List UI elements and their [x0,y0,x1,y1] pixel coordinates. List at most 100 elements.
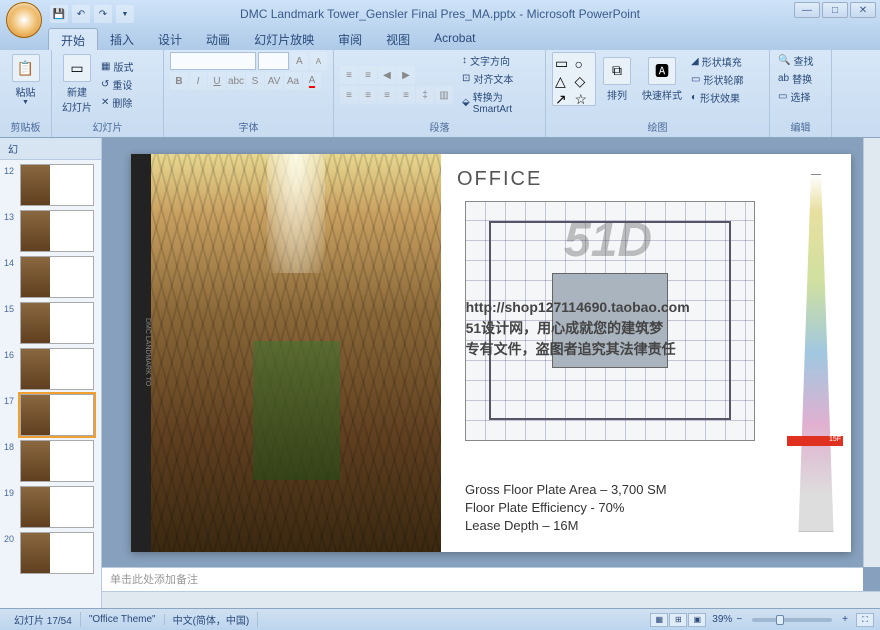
align-text-button[interactable]: ⊡对齐文本 [460,70,539,87]
decrease-indent-button[interactable]: ◀ [378,66,396,84]
shapes-gallery[interactable]: ▭○△◇↗☆ [552,52,596,106]
replace-button[interactable]: ab替换 [776,70,825,87]
shape-outline-button[interactable]: ▭形状轮廓 [689,71,745,88]
minimize-button[interactable]: — [794,2,820,18]
numbering-button[interactable]: ≡ [359,66,377,84]
slide-canvas[interactable]: DMC LANDMARK TO OFFICE 51D http://shop12… [131,154,851,552]
text-direction-button[interactable]: ↕文字方向 [460,52,539,69]
thumbnail-preview [20,440,94,482]
thumbnail-preview [20,256,94,298]
tab-insert[interactable]: 插入 [98,28,146,50]
slide-panel: 幻 12 13 14 15 16 [0,138,102,608]
thumbnail-preview [20,164,94,206]
thumbnail-item[interactable]: 20 [4,532,97,574]
horizontal-scrollbar[interactable] [102,591,880,608]
bold-button[interactable]: B [170,72,188,90]
thumbnail-list: 12 13 14 15 16 [0,160,101,582]
new-slide-icon: ▭ [63,54,91,82]
tab-animations[interactable]: 动画 [194,28,242,50]
increase-indent-button[interactable]: ▶ [397,66,415,84]
zoom-out-button[interactable]: − [732,614,746,625]
paste-button[interactable]: 📋 粘贴 ▼ [6,52,45,108]
smartart-button[interactable]: ⬙转换为 SmartArt [460,88,539,116]
group-drawing-label: 绘图 [552,119,763,135]
thumbnail-item[interactable]: 12 [4,164,97,206]
tab-home[interactable]: 开始 [48,28,98,50]
char-spacing-button[interactable]: AV [265,72,283,90]
ribbon: 📋 粘贴 ▼ 剪贴板 ▭ 新建 幻灯片 ▦版式 ↺重设 ✕删除 幻灯片 A [0,50,880,138]
qat-more-icon[interactable]: ▼ [116,5,134,23]
group-editing-label: 编辑 [776,119,825,135]
tab-design[interactable]: 设计 [146,28,194,50]
zoom-thumb[interactable] [776,615,784,625]
zoom-slider[interactable] [752,618,832,622]
delete-button[interactable]: ✕删除 [99,94,135,111]
thumbnail-preview [20,394,94,436]
bullets-button[interactable]: ≡ [340,66,358,84]
shrink-font-button[interactable]: A [310,52,327,70]
arrange-button[interactable]: ⧉ 排列 [599,55,635,104]
find-button[interactable]: 🔍查找 [776,52,825,69]
status-theme[interactable]: "Office Theme" [81,614,165,625]
underline-button[interactable]: U [208,72,226,90]
normal-view-button[interactable]: ▦ [650,613,668,627]
thumbnail-number: 18 [4,440,20,452]
close-button[interactable]: ✕ [850,2,876,18]
redo-icon[interactable]: ↷ [94,5,112,23]
shape-effects-button[interactable]: ◐形状效果 [689,89,745,106]
zoom-in-button[interactable]: + [838,614,852,625]
quick-styles-button[interactable]: 🅰 快速样式 [638,55,686,104]
align-center-button[interactable]: ≡ [359,86,377,104]
tab-view[interactable]: 视图 [374,28,422,50]
office-button[interactable] [6,2,42,38]
undo-icon[interactable]: ↶ [72,5,90,23]
change-case-button[interactable]: Aa [284,72,302,90]
zoom-percent[interactable]: 39% [712,614,732,625]
thumbnail-item[interactable]: 14 [4,256,97,298]
thumbnail-item[interactable]: 15 [4,302,97,344]
slideshow-view-button[interactable]: ▣ [688,613,706,627]
thumbnail-item[interactable]: 18 [4,440,97,482]
tab-slideshow[interactable]: 幻灯片放映 [242,28,326,50]
thumbnail-item[interactable]: 13 [4,210,97,252]
save-icon[interactable]: 💾 [50,5,68,23]
group-paragraph-label: 段落 [340,119,539,135]
font-size-dropdown[interactable] [258,52,289,70]
thumbnail-item[interactable]: 19 [4,486,97,528]
arrange-icon: ⧉ [603,57,631,85]
workspace: 幻 12 13 14 15 16 [0,138,880,608]
strike-button[interactable]: abc [227,72,245,90]
tab-acrobat[interactable]: Acrobat [422,28,487,50]
thumbnail-item[interactable]: 16 [4,348,97,390]
font-color-button[interactable]: A [303,72,321,90]
vertical-scrollbar[interactable] [863,138,880,567]
reset-button[interactable]: ↺重设 [99,76,135,93]
thumbnail-number: 19 [4,486,20,498]
notes-pane[interactable]: 单击此处添加备注 [102,567,863,591]
new-slide-button[interactable]: ▭ 新建 幻灯片 [58,52,96,116]
slide-title: OFFICE [457,168,835,191]
thumbnail-number: 13 [4,210,20,222]
columns-button[interactable]: ▥ [435,86,453,104]
panel-tab-slides[interactable]: 幻 [0,138,26,159]
maximize-button[interactable]: □ [822,2,848,18]
status-language[interactable]: 中文(简体，中国) [165,612,259,627]
shadow-button[interactable]: S [246,72,264,90]
tab-review[interactable]: 审阅 [326,28,374,50]
layout-button[interactable]: ▦版式 [99,58,135,75]
thumbnail-item[interactable]: 17 [4,394,97,436]
font-family-dropdown[interactable] [170,52,256,70]
italic-button[interactable]: I [189,72,207,90]
align-left-button[interactable]: ≡ [340,86,358,104]
status-bar: 幻灯片 17/54 "Office Theme" 中文(简体，中国) ▦ ⊞ ▣… [0,608,880,630]
select-button[interactable]: ▭选择 [776,88,825,105]
justify-button[interactable]: ≡ [397,86,415,104]
grow-font-button[interactable]: A [291,52,308,70]
shape-fill-button[interactable]: ◢形状填充 [689,53,745,70]
thumbnail-preview [20,210,94,252]
align-right-button[interactable]: ≡ [378,86,396,104]
status-slide-count[interactable]: 幻灯片 17/54 [6,612,81,627]
fit-window-button[interactable]: ⛶ [856,613,874,627]
line-spacing-button[interactable]: ‡ [416,86,434,104]
sorter-view-button[interactable]: ⊞ [669,613,687,627]
